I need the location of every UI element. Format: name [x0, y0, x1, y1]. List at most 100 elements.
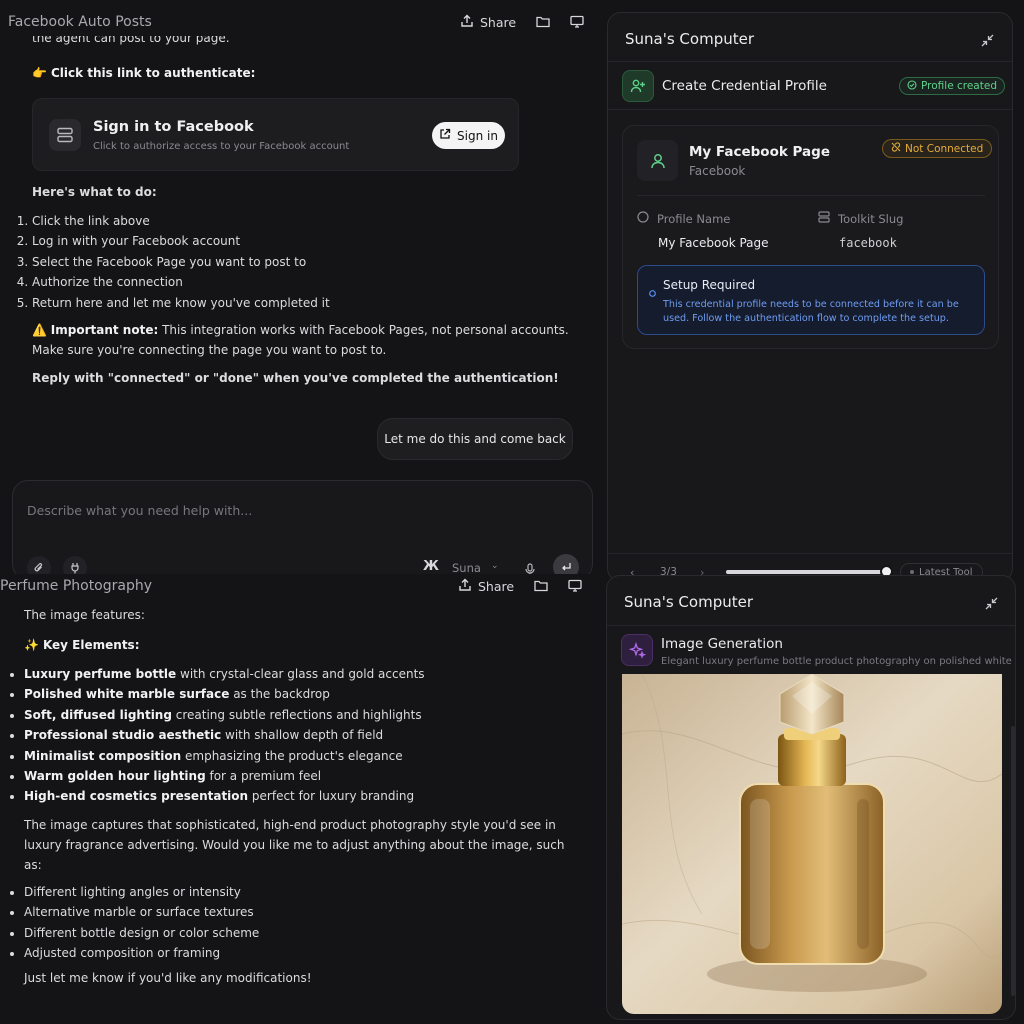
user-message-bubble: Let me do this and come back	[377, 418, 573, 460]
scrollbar[interactable]	[1011, 726, 1015, 996]
link-off-icon	[891, 142, 901, 155]
chat-input-placeholder: Describe what you need help with...	[27, 503, 253, 518]
list-item: Click the link above	[32, 211, 552, 231]
note-text: This integration works with Facebook Pag…	[158, 323, 569, 337]
circle-icon	[637, 211, 649, 226]
auth-prompt: 👉 Click this link to authenticate:	[32, 66, 255, 80]
tool-progress-track[interactable]	[726, 570, 886, 574]
field-value: facebook	[839, 236, 897, 250]
list-item: Polished white marble surface as the bac…	[24, 684, 584, 704]
tool-progress-fill	[726, 570, 886, 574]
dot-icon	[910, 570, 914, 574]
para-line: The image captures that sophisticated, h…	[24, 818, 556, 832]
list-item: Different bottle design or color scheme	[24, 923, 584, 943]
sparkles-icon: ✨	[24, 638, 39, 652]
auth-card-title: Sign in to Facebook	[93, 119, 254, 135]
item-rest: for a premium feel	[205, 769, 322, 784]
status-text: Profile created	[921, 80, 997, 92]
list-item: Different lighting angles or intensity	[24, 882, 584, 902]
folder-icon[interactable]	[534, 579, 548, 595]
key-elements-heading: ✨ Key Elements:	[24, 638, 140, 652]
suna-computer-panel-top: Suna's Computer Create Credential Profil…	[607, 12, 1013, 582]
auth-prompt-text: Click this link to authenticate:	[50, 66, 256, 80]
user-plus-icon	[622, 70, 654, 102]
check-circle-icon	[907, 79, 917, 93]
key-elements-list: Luxury perfume bottle with crystal-clear…	[24, 664, 584, 807]
suna-computer-panel-bottom: Suna's Computer Image Generation Elegant…	[606, 575, 1016, 1020]
profile-platform: Facebook	[689, 164, 746, 178]
setup-required-notice: Setup Required This credential profile n…	[637, 265, 985, 335]
user-icon	[637, 140, 678, 181]
item-bold: Polished white marble surface	[24, 687, 230, 702]
user-message-text: Let me do this and come back	[384, 432, 566, 446]
list-item: Adjusted composition or framing	[24, 943, 584, 963]
share-button[interactable]: Share	[460, 14, 516, 31]
para-line: as:	[24, 858, 42, 872]
steps-list: Click the link above Log in with your Fa…	[32, 211, 552, 313]
field-value: My Facebook Page	[658, 236, 769, 250]
generated-perfume-image[interactable]	[622, 674, 1002, 1014]
setup-line: This credential profile needs to be conn…	[663, 299, 959, 310]
share-button[interactable]: Share	[458, 578, 514, 595]
connection-badge: Not Connected	[882, 139, 993, 158]
setup-description: This credential profile needs to be conn…	[663, 298, 959, 326]
item-bold: Luxury perfume bottle	[24, 667, 177, 681]
warning-icon: ⚠️	[32, 323, 47, 337]
reply-instruction: Reply with "connected" or "done" when yo…	[32, 371, 559, 385]
list-item: High-end cosmetics presentation perfect …	[24, 786, 584, 806]
item-rest: with crystal-clear glass and gold accent…	[176, 667, 425, 681]
share-icon	[458, 578, 472, 595]
monitor-icon[interactable]	[570, 15, 584, 31]
closing-text: Just let me know if you'd like any modif…	[24, 971, 312, 985]
credential-profile-card: My Facebook Page Facebook Not Connected …	[622, 125, 999, 349]
item-rest: with shallow depth of field	[221, 728, 384, 743]
setup-line: used. Follow the authentication flow to …	[663, 313, 949, 324]
followup-paragraph: The image captures that sophisticated, h…	[24, 815, 584, 875]
sign-in-label: Sign in	[457, 128, 498, 143]
item-bold: High-end cosmetics presentation	[24, 789, 249, 804]
bottom-chat-pane: Perfume Photography Share The image feat…	[0, 574, 600, 1024]
item-rest: emphasizing the product's elegance	[181, 748, 403, 763]
model-selector[interactable]: Suna ⌄	[452, 561, 498, 575]
external-link-icon	[439, 128, 451, 143]
intro-text: The image features:	[24, 608, 145, 622]
model-name: Suna	[452, 561, 481, 575]
panel-title: Suna's Computer	[625, 30, 755, 48]
share-icon	[460, 14, 474, 31]
item-rest: creating subtle reflections and highligh…	[171, 707, 422, 722]
minimize-icon[interactable]	[985, 595, 998, 614]
options-list: Different lighting angles or intensity A…	[24, 882, 584, 964]
connection-text: Not Connected	[905, 142, 984, 155]
thread-title: Facebook Auto Posts	[8, 14, 152, 30]
list-item: Authorize the connection	[32, 272, 552, 292]
sign-in-button[interactable]: Sign in	[432, 122, 505, 149]
key-heading-text: Key Elements:	[42, 638, 140, 652]
chat-input-box[interactable]: Describe what you need help with... Ж Su…	[12, 480, 593, 580]
para-line: luxury fragrance advertising. Would you …	[24, 838, 565, 852]
field-profile-name: Profile Name	[637, 211, 730, 226]
monitor-icon[interactable]	[568, 579, 582, 595]
profile-name: My Facebook Page	[689, 144, 830, 160]
tool-subtitle: Elegant luxury perfume bottle product ph…	[661, 656, 1016, 667]
database-icon	[818, 211, 830, 226]
item-bold: Minimalist composition	[24, 748, 182, 763]
setup-title: Setup Required	[663, 278, 756, 292]
tool-name: Create Credential Profile	[662, 78, 827, 94]
list-item: Warm golden hour lighting for a premium …	[24, 766, 584, 786]
item-rest: perfect for luxury branding	[248, 789, 415, 804]
folder-icon[interactable]	[536, 15, 550, 31]
list-item: Log in with your Facebook account	[32, 231, 552, 251]
field-label: Toolkit Slug	[838, 211, 904, 226]
item-rest: as the backdrop	[229, 687, 330, 702]
list-item: Alternative marble or surface textures	[24, 902, 584, 922]
minimize-icon[interactable]	[981, 32, 994, 51]
facebook-auth-card[interactable]: Sign in to Facebook Click to authorize a…	[32, 98, 519, 171]
list-item: Professional studio aesthetic with shall…	[24, 725, 584, 745]
thread-title: Perfume Photography	[0, 578, 153, 594]
item-bold: Soft, diffused lighting	[24, 707, 172, 722]
tool-name: Image Generation	[661, 636, 783, 652]
list-item: Return here and let me know you've compl…	[32, 293, 552, 313]
steps-heading: Here's what to do:	[32, 185, 157, 199]
clipped-text: the agent can post to your page.	[32, 36, 230, 45]
list-item: Select the Facebook Page you want to pos…	[32, 252, 552, 272]
